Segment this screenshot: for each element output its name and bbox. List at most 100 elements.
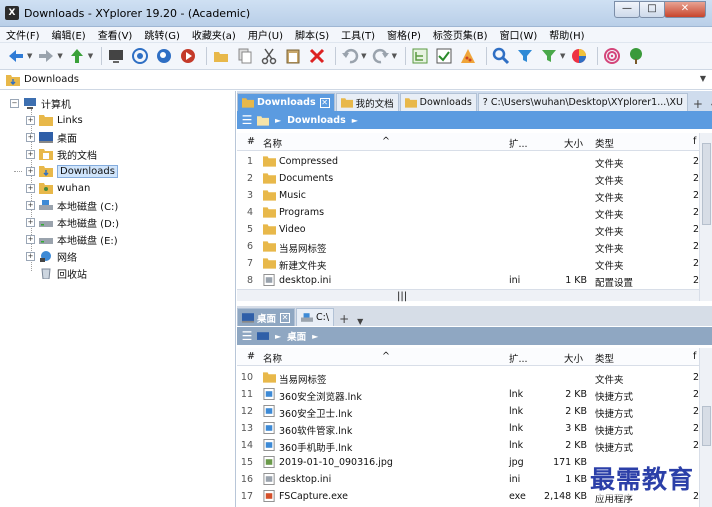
tree-node-documents[interactable]: + 我的文档 — [26, 146, 97, 162]
column-name[interactable]: 名称 — [263, 136, 282, 150]
add-tab-icon[interactable]: + — [693, 97, 703, 111]
sort-icon[interactable]: # — [247, 136, 255, 147]
menu-go[interactable]: 跳转(G) — [144, 27, 180, 42]
column-type[interactable]: 类型 — [595, 351, 614, 365]
pane1-horizontal-scrollbar[interactable]: ||| — [237, 289, 699, 302]
file-row[interactable]: 3 Music 文件夹 2 — [237, 187, 699, 204]
collapse-icon[interactable]: − — [10, 98, 19, 108]
tree-node-links[interactable]: + Links — [26, 112, 83, 128]
tree-node-recycle-bin[interactable]: 回收站 — [39, 265, 87, 281]
colors-button[interactable] — [569, 46, 589, 66]
file-row[interactable]: 4 Programs 文件夹 2 — [237, 204, 699, 221]
expand-icon[interactable]: + — [26, 234, 35, 244]
pane1-vertical-scrollbar[interactable] — [699, 133, 712, 301]
column-ext[interactable]: 扩... — [509, 136, 528, 150]
menu-icon[interactable]: ☰ — [237, 113, 257, 127]
expand-icon[interactable]: + — [26, 183, 35, 193]
pane2-vertical-scrollbar[interactable] — [699, 348, 712, 507]
menu-view[interactable]: 查看(V) — [98, 27, 133, 42]
file-row[interactable]: 8 desktop.ini ini 1 KB 配置设置 2 — [237, 272, 699, 289]
filter-green-button[interactable] — [539, 46, 559, 66]
tree-node-desktop[interactable]: + 桌面 — [26, 129, 77, 145]
file-row[interactable]: 1 Compressed 文件夹 2 — [237, 153, 699, 170]
menu-file[interactable]: 文件(F) — [6, 27, 40, 42]
record-button[interactable] — [178, 46, 198, 66]
expand-icon[interactable]: + — [26, 149, 35, 159]
expand-icon[interactable]: + — [26, 132, 35, 142]
menu-tools[interactable]: 工具(T) — [341, 27, 375, 42]
file-row[interactable]: 2 Documents 文件夹 2 — [237, 170, 699, 187]
tab-close-icon[interactable]: ✕ — [319, 97, 330, 108]
dual-pane-button[interactable] — [410, 46, 430, 66]
add-tab-icon[interactable]: + — [339, 312, 349, 326]
tree-node-drive-c[interactable]: + 本地磁盘 (C:) — [26, 197, 118, 213]
paste-button[interactable] — [283, 46, 303, 66]
copy-button[interactable] — [235, 46, 255, 66]
tab-drive-c[interactable]: C:\ — [296, 308, 335, 326]
tab-desktop-active[interactable]: 桌面 ✕ — [237, 308, 296, 326]
up-button[interactable] — [67, 46, 87, 66]
sort-icon[interactable]: # — [247, 351, 255, 362]
expand-icon[interactable]: + — [26, 115, 35, 125]
column-name[interactable]: 名称 — [263, 351, 282, 365]
menu-panes[interactable]: 窗格(P) — [387, 27, 421, 42]
pizza-button[interactable] — [458, 46, 478, 66]
menu-user[interactable]: 用户(U) — [248, 27, 283, 42]
undo-button[interactable] — [340, 46, 360, 66]
file-row[interactable]: 12 360安全卫士.lnk lnk 2 KB 快捷方式 2 — [237, 403, 699, 420]
menu-edit[interactable]: 编辑(E) — [52, 27, 86, 42]
tab-downloads[interactable]: Downloads — [399, 93, 477, 111]
tree-node-network[interactable]: + 网络 — [26, 248, 77, 264]
address-bar[interactable]: Downloads ▼ — [0, 70, 712, 90]
new-folder-button[interactable] — [211, 46, 231, 66]
cut-button[interactable] — [259, 46, 279, 66]
column-modified[interactable]: f — [693, 136, 696, 147]
file-row[interactable]: 14 360手机助手.lnk lnk 2 KB 快捷方式 2 — [237, 437, 699, 454]
scroll-thumb[interactable] — [702, 143, 711, 225]
tree-button[interactable] — [626, 46, 646, 66]
desktop-button[interactable] — [106, 46, 126, 66]
tree-node-drive-d[interactable]: + 本地磁盘 (D:) — [26, 214, 119, 230]
tab-downloads-active[interactable]: Downloads ✕ — [237, 93, 335, 111]
breadcrumb-item[interactable]: 桌面 — [287, 329, 306, 343]
tab-help-path[interactable]: ? C:\Users\wuhan\Desktop\XYplorer1...\XU — [477, 93, 688, 111]
menu-help[interactable]: 帮助(H) — [549, 27, 584, 42]
menu-window[interactable]: 窗口(W) — [500, 27, 538, 42]
file-row[interactable]: 7 新建文件夹 文件夹 2 — [237, 255, 699, 272]
tab-menu-icon[interactable]: ▼ — [357, 317, 363, 326]
column-size[interactable]: 大小 — [564, 351, 583, 365]
address-dropdown-icon[interactable]: ▼ — [700, 74, 706, 83]
expand-icon[interactable]: + — [26, 217, 35, 227]
expand-icon[interactable]: + — [26, 200, 35, 210]
tree-node-wuhan[interactable]: + wuhan — [26, 180, 90, 196]
tree-node-drive-e[interactable]: + 本地磁盘 (E:) — [26, 231, 118, 247]
filter-button[interactable] — [515, 46, 535, 66]
tab-close-icon[interactable]: ✕ — [280, 312, 291, 323]
menu-tabsets[interactable]: 标签页集(B) — [433, 27, 488, 42]
file-row[interactable]: 10 当易网标签 文件夹 2 — [237, 369, 699, 386]
scroll-thumb[interactable] — [702, 406, 711, 446]
spiral-button[interactable] — [602, 46, 622, 66]
tree-node-computer[interactable]: − 计算机 — [10, 95, 71, 111]
expand-icon[interactable]: + — [26, 251, 35, 261]
app-icon[interactable]: X — [5, 6, 19, 20]
breadcrumb-item[interactable]: Downloads — [287, 115, 346, 126]
back-button[interactable] — [6, 46, 26, 66]
column-ext[interactable]: 扩... — [509, 351, 528, 365]
file-row[interactable]: 11 360安全浏览器.lnk lnk 2 KB 快捷方式 2 — [237, 386, 699, 403]
find-button[interactable] — [154, 46, 174, 66]
file-row[interactable]: 13 360软件管家.lnk lnk 3 KB 快捷方式 2 — [237, 420, 699, 437]
tab-documents[interactable]: 我的文档 — [335, 93, 399, 111]
zoom-button[interactable] — [491, 46, 511, 66]
close-button[interactable]: ✕ — [664, 1, 706, 18]
menu-script[interactable]: 脚本(S) — [295, 27, 329, 42]
tree-node-downloads[interactable]: + Downloads — [26, 163, 118, 179]
search-button[interactable] — [130, 46, 150, 66]
maximize-button[interactable]: □ — [639, 1, 665, 18]
scroll-grip-icon[interactable]: ||| — [397, 291, 409, 302]
file-row[interactable]: 6 当易网标签 文件夹 2 — [237, 238, 699, 255]
forward-button[interactable] — [36, 46, 56, 66]
column-modified[interactable]: f — [693, 351, 696, 362]
redo-button[interactable] — [371, 46, 391, 66]
file-row[interactable]: 5 Video 文件夹 2 — [237, 221, 699, 238]
